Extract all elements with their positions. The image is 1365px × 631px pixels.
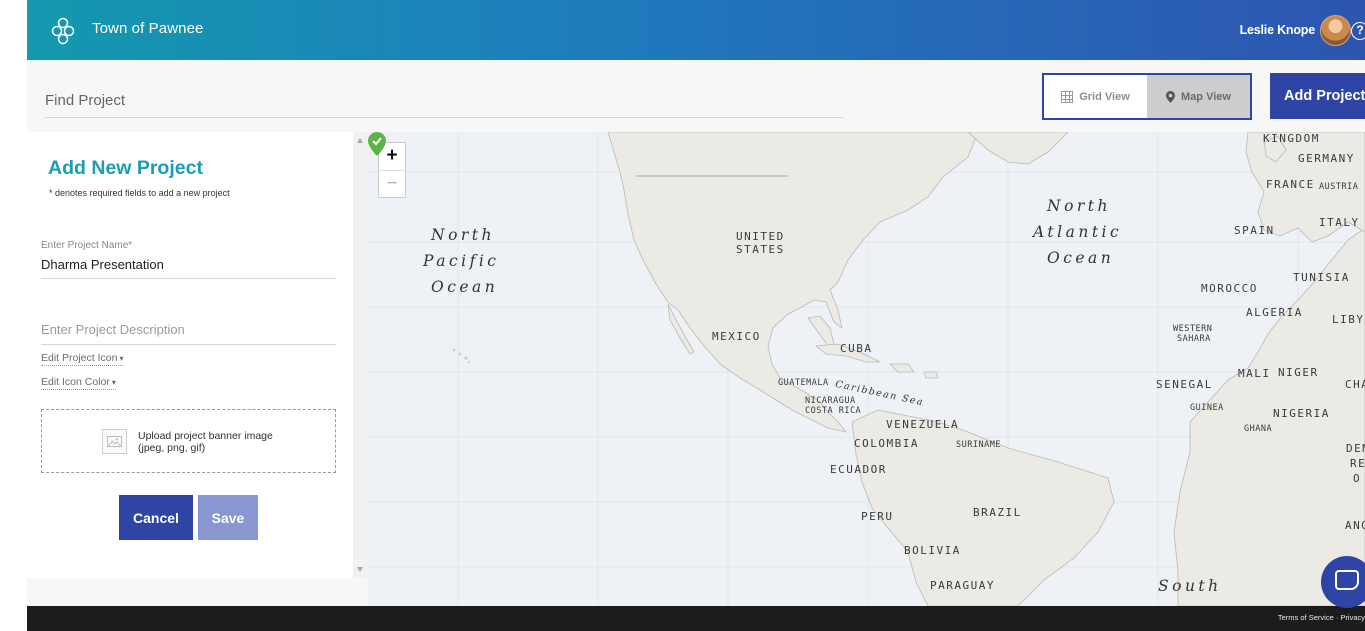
country-label: MALI [1238,367,1271,380]
footer: Terms of Service · Privacy [27,606,1365,631]
country-label: GUINEA [1190,403,1224,413]
country-label: PERU [861,510,894,523]
country-label: SENEGAL [1156,378,1213,391]
country-label: CHA [1345,378,1365,391]
chat-button[interactable] [1321,556,1365,608]
country-label: TUNISIA [1293,271,1350,284]
logo-icon[interactable] [51,17,75,45]
ocean-line: Atlantic [1033,223,1123,241]
caret-down-icon: ▾ [111,378,116,387]
country-label: GERMANY [1298,152,1355,165]
country-label: SAHARA [1177,334,1211,344]
map-pin-icon [1166,90,1176,103]
country-label: BOLIVIA [904,544,961,557]
add-project-button[interactable]: Add Project [1270,73,1365,119]
country-label: NICARAGUA [805,396,856,406]
country-label: O [1353,472,1362,485]
image-icon [102,429,127,454]
country-label: RE [1350,457,1365,470]
view-toggle: Grid View Map View [1042,73,1252,120]
map-basemap [368,132,1365,606]
country-label: VENEZUELA [886,418,960,431]
ocean-label-north-atlantic: North Atlantic Ocean [1033,193,1122,271]
avatar[interactable] [1320,15,1351,46]
toolbar: Grid View Map View Add Project [27,60,1365,132]
country-label: NIGERIA [1273,407,1330,420]
footer-links[interactable]: Terms of Service · Privacy [1278,613,1365,622]
cancel-button[interactable]: Cancel [119,495,193,540]
upload-banner-dropzone[interactable]: Upload project banner image (jpeg, png, … [41,409,336,473]
ocean-line: North [1047,197,1112,215]
scroll-down-arrow[interactable] [357,567,363,572]
project-map[interactable]: + − North Pacific Ocean North Atlantic O… [368,132,1365,606]
ocean-label-south: South [1158,577,1222,595]
country-label: AUSTRIA [1319,182,1359,192]
ocean-line: Pacific [423,252,500,270]
project-name-field[interactable]: Dharma Presentation [41,257,336,279]
country-label: UNITED [736,230,785,243]
scroll-up-arrow[interactable] [357,138,363,143]
upload-line-2: (jpeg, png, gif) [138,442,206,454]
country-label: ALGERIA [1246,306,1303,319]
help-icon[interactable]: ? [1351,22,1365,40]
grid-icon [1061,90,1074,103]
panel-scrollbar[interactable] [353,132,368,578]
country-label: MOROCCO [1201,282,1258,295]
country-label: ECUADOR [830,463,887,476]
country-label: LIBY [1332,313,1365,326]
chat-icon [1335,570,1359,590]
ocean-label-north-pacific: North Pacific Ocean [403,222,500,300]
add-project-panel: Add New Project * denotes required field… [27,132,353,578]
country-label: STATES [736,243,785,256]
required-note: * denotes required fields to add a new p… [49,188,230,198]
app-window: Town of Pawnee Leslie Knope ? Grid View … [27,0,1365,631]
upload-instructions: Upload project banner image (jpeg, png, … [138,430,273,454]
panel-title: Add New Project [48,157,203,179]
country-label: CUBA [840,342,873,355]
top-header: Town of Pawnee Leslie Knope ? [27,0,1365,60]
edit-project-icon-dropdown[interactable]: Edit Project Icon ▾ [41,352,124,366]
country-label: PARAGUAY [930,579,995,592]
country-label: BRAZIL [973,506,1022,519]
app-title: Town of Pawnee [92,20,204,37]
country-label: SURINAME [956,440,1001,450]
map-marker-icon[interactable] [368,132,386,156]
country-label: SPAIN [1234,224,1275,237]
country-label: ITALY [1319,216,1360,229]
country-label: NIGER [1278,366,1319,379]
zoom-out-button[interactable]: − [379,170,405,197]
upload-line-1: Upload project banner image [138,430,273,442]
user-name[interactable]: Leslie Knope [1240,23,1316,37]
map-view-button[interactable]: Map View [1147,75,1250,118]
country-label: GUATEMALA [778,378,829,388]
project-description-field[interactable]: Enter Project Description [41,322,336,345]
country-label: COSTA RICA [805,406,862,416]
find-project-input[interactable] [45,84,843,118]
edit-icon-color-label: Edit Icon Color [41,376,110,388]
save-button[interactable]: Save [198,495,258,540]
country-label: ANGO [1345,519,1365,532]
edit-icon-color-dropdown[interactable]: Edit Icon Color ▾ [41,376,116,390]
country-label: MEXICO [712,330,761,343]
caret-down-icon: ▾ [119,354,124,363]
grid-view-button[interactable]: Grid View [1044,75,1147,118]
edit-project-icon-label: Edit Project Icon [41,352,118,364]
grid-view-label: Grid View [1079,90,1130,103]
country-label: KINGDOM [1263,132,1320,145]
country-label: COLOMBIA [854,437,919,450]
ocean-line: North [431,226,496,244]
country-label: GHANA [1244,424,1273,434]
country-label: DEM. [1346,442,1365,455]
country-label: FRANCE [1266,178,1315,191]
ocean-line: Ocean [431,278,499,296]
country-label: WESTERN [1173,324,1213,334]
map-view-label: Map View [1181,90,1231,103]
project-name-label: Enter Project Name* [41,240,133,251]
ocean-line: Ocean [1047,249,1115,267]
